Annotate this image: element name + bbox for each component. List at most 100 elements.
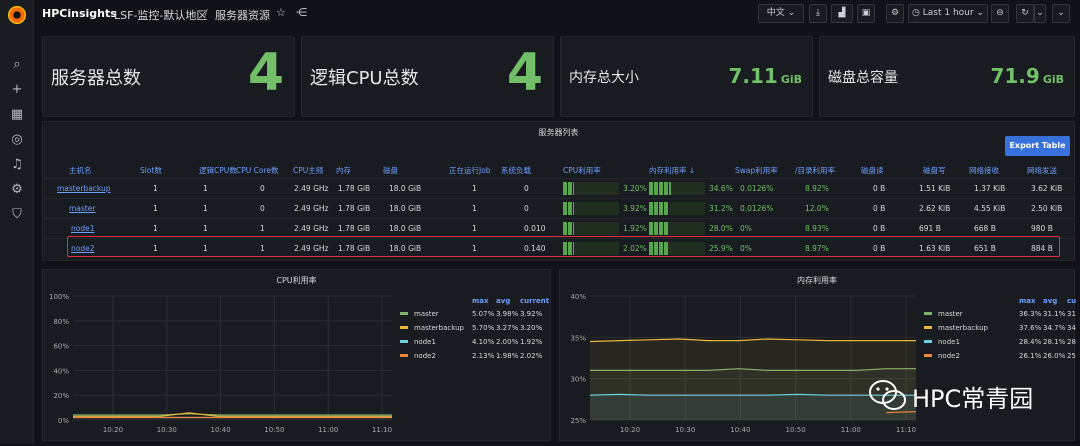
- host-link[interactable]: master: [69, 204, 95, 213]
- mem-gauge: [649, 202, 705, 215]
- settings-gear-icon[interactable]: ⚙: [9, 182, 25, 198]
- x-tick-label: 10:50: [786, 426, 806, 434]
- cpu-gauge-value: 1.92%: [623, 224, 647, 233]
- dashboards-icon[interactable]: ▦: [9, 107, 25, 123]
- legend-header[interactable]: avg: [1043, 297, 1057, 305]
- column-header[interactable]: 系统负载: [501, 165, 531, 176]
- stat-title: 内存总大小: [569, 70, 639, 86]
- table-row: master 1 1 0 2.49 GHz 1.78 GiB 18.0 GiB 1 0 3.92%…: [43, 198, 1074, 217]
- cell-mem: 1.78 GiB: [338, 224, 371, 233]
- legend-swatch: [400, 354, 408, 357]
- alerting-bell-icon[interactable]: ♫: [9, 157, 25, 173]
- shield-icon[interactable]: ⛉: [9, 207, 25, 223]
- cell-net-recv: 1.37 KiB: [974, 184, 1006, 193]
- search-icon[interactable]: ⌕: [9, 57, 25, 73]
- legend-swatch: [400, 340, 408, 343]
- share-icon[interactable]: ⋲: [296, 6, 307, 19]
- legend-value: 31.1%: [1043, 310, 1066, 318]
- column-header[interactable]: 主机名: [69, 165, 92, 176]
- column-header[interactable]: 正在运行Job: [449, 165, 491, 176]
- time-range-picker[interactable]: ◷ Last 1 hour ⌄: [908, 4, 988, 23]
- column-header[interactable]: 磁盘: [383, 165, 398, 176]
- legend-swatch: [924, 312, 932, 315]
- legend-series-name[interactable]: node2: [938, 352, 960, 360]
- zoom-out-icon[interactable]: ⊖: [991, 4, 1009, 23]
- save-icon[interactable]: ▣: [857, 4, 875, 23]
- legend-value: 37.6%: [1019, 324, 1042, 332]
- legend-series-name[interactable]: masterbackup: [414, 324, 465, 332]
- legend-value: 25.9%: [1067, 352, 1076, 360]
- legend-header[interactable]: max: [472, 297, 489, 305]
- legend-series-name[interactable]: node2: [414, 352, 436, 360]
- cell-lcpu: 1: [203, 204, 208, 213]
- table-title: 服务器列表: [538, 128, 579, 137]
- refresh-icon[interactable]: ↻: [1016, 4, 1034, 23]
- legend-swatch: [924, 340, 932, 343]
- plus-icon[interactable]: +: [9, 82, 25, 98]
- cell-disk: 18.0 GiB: [389, 184, 422, 193]
- legend-series-name[interactable]: node1: [414, 338, 436, 346]
- cell-root: 8.92%: [805, 184, 829, 193]
- app-name[interactable]: HPCinsights: [42, 7, 117, 20]
- settings-icon[interactable]: ⚙: [886, 4, 904, 23]
- cell-disk: 18.0 GiB: [389, 224, 422, 233]
- mem-gauge: [649, 222, 705, 235]
- explore-compass-icon[interactable]: ◎: [9, 132, 25, 148]
- breadcrumb-folder[interactable]: LSF-监控-默认地区: [114, 7, 207, 23]
- column-header[interactable]: CPU主频: [293, 165, 323, 176]
- legend-series-name[interactable]: master: [938, 310, 963, 318]
- legend-value: 34.7%: [1043, 324, 1066, 332]
- column-header[interactable]: CPU Core数: [236, 165, 279, 176]
- column-header[interactable]: 内存: [336, 165, 351, 176]
- watermark: HPC常青园: [868, 375, 1078, 419]
- legend-series-name[interactable]: node1: [938, 338, 960, 346]
- mem-gauge-value: 31.2%: [709, 204, 733, 213]
- legend-value: 26.0%: [1043, 352, 1066, 360]
- legend-header[interactable]: avg: [496, 297, 510, 305]
- legend-swatch: [924, 326, 932, 329]
- column-header[interactable]: Swap利用率: [735, 165, 778, 176]
- cell-net-recv: 668 B: [974, 224, 996, 233]
- column-header[interactable]: 逻辑CPU数: [199, 165, 237, 176]
- y-tick-label: 100%: [49, 293, 69, 301]
- stat-title: 逻辑CPU总数: [310, 68, 419, 89]
- column-header[interactable]: 网络接收: [969, 165, 999, 176]
- cell-slot: 1: [153, 184, 158, 193]
- cpu-line-chart[interactable]: 100% 80% 60% 40% 20% 0% 10:20 10:30 10:40 10:50 11…: [43, 270, 552, 442]
- column-header[interactable]: 内存利用率 ↓: [649, 165, 695, 176]
- column-header[interactable]: 磁盘读: [861, 165, 884, 176]
- column-header[interactable]: CPU利用率: [563, 165, 601, 176]
- y-tick-label: 40%: [53, 367, 69, 375]
- column-header[interactable]: 网络发送: [1027, 165, 1057, 176]
- legend-value: 34.6%: [1067, 324, 1076, 332]
- add-panel-icon[interactable]: ▟: [831, 4, 853, 23]
- mem-gauge: [649, 182, 705, 195]
- column-header[interactable]: Slot数: [140, 165, 162, 176]
- host-link[interactable]: masterbackup: [57, 184, 111, 193]
- cell-net-send: 980 B: [1031, 224, 1053, 233]
- legend-header[interactable]: current: [1067, 297, 1080, 305]
- cell-lcpu: 1: [203, 224, 208, 233]
- series-line-master[interactable]: [73, 413, 392, 416]
- collapse-chevron-icon[interactable]: ⌄: [1052, 4, 1070, 23]
- export-table-button[interactable]: Export Table: [1005, 136, 1070, 156]
- legend-header[interactable]: max: [1019, 297, 1036, 305]
- x-tick-label: 11:00: [318, 426, 338, 434]
- topbar: HPCinsights LSF-监控-默认地区 / 服务器资源 ☆ ⋲ 中文 ⌄…: [34, 0, 1080, 28]
- language-select[interactable]: 中文 ⌄: [758, 4, 804, 23]
- stat-title: 磁盘总容量: [828, 70, 898, 86]
- grafana-logo-icon[interactable]: [8, 6, 26, 24]
- download-icon[interactable]: ⤓: [809, 4, 827, 23]
- cell-jobs: 1: [472, 224, 477, 233]
- host-link[interactable]: node1: [71, 224, 95, 233]
- cell-disk-write: 1.51 KiB: [919, 184, 951, 193]
- star-icon[interactable]: ☆: [276, 6, 286, 19]
- column-header[interactable]: /目录利用率: [795, 165, 835, 176]
- refresh-interval-chevron-icon[interactable]: ⌄: [1034, 4, 1046, 23]
- legend-series-name[interactable]: masterbackup: [938, 324, 989, 332]
- column-header[interactable]: 磁盘写: [923, 165, 946, 176]
- legend-series-name[interactable]: master: [414, 310, 439, 318]
- legend-header[interactable]: current: [520, 297, 550, 305]
- x-tick-label: 10:40: [730, 426, 750, 434]
- cell-jobs: 1: [472, 204, 477, 213]
